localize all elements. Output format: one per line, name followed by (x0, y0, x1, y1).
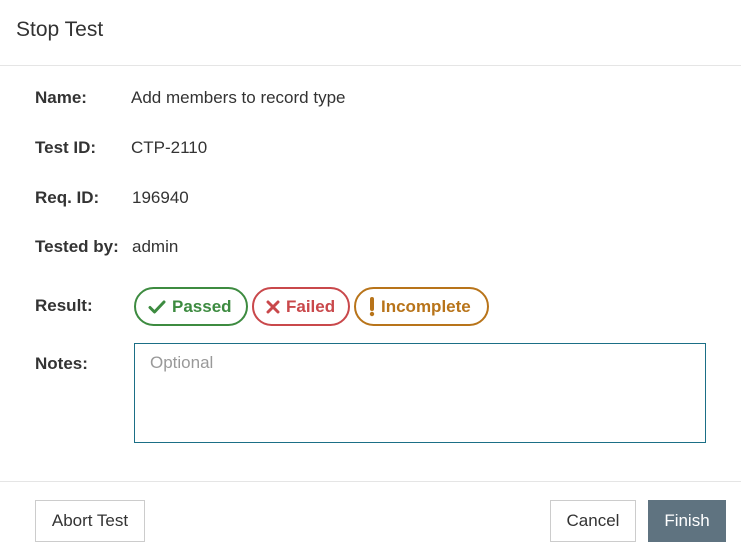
result-options: Passed Failed Incomplete (134, 287, 489, 326)
failed-button[interactable]: Failed (252, 287, 350, 326)
passed-button[interactable]: Passed (134, 287, 248, 326)
notes-label: Notes: (35, 354, 88, 373)
test-id-value: CTP-2110 (131, 138, 208, 157)
field-req-id: Req. ID: 196940 (35, 187, 189, 209)
result-label: Result: (35, 296, 93, 315)
name-label: Name: (35, 88, 87, 107)
notes-input[interactable] (134, 343, 706, 443)
footer-divider (0, 481, 741, 482)
check-icon (148, 300, 166, 313)
cancel-button[interactable]: Cancel (550, 500, 636, 542)
finish-button[interactable]: Finish (648, 500, 726, 542)
tested-by-value: admin (132, 237, 179, 256)
dialog-title: Stop Test (16, 18, 104, 41)
name-value: Add members to record type (131, 88, 346, 107)
test-id-label: Test ID: (35, 138, 97, 157)
tested-by-label: Tested by: (35, 237, 119, 256)
dialog-header: Stop Test (0, 0, 741, 66)
passed-label: Passed (172, 296, 232, 316)
field-notes: Notes: (35, 353, 88, 375)
failed-label: Failed (286, 296, 336, 316)
exclamation-icon (369, 296, 375, 316)
abort-test-button[interactable]: Abort Test (35, 500, 145, 542)
field-test-id: Test ID: CTP-2110 (35, 137, 207, 159)
field-name: Name: Add members to record type (35, 87, 345, 109)
field-result: Result: (35, 295, 93, 317)
field-tested-by: Tested by: admin (35, 236, 178, 258)
x-icon (266, 300, 280, 313)
req-id-value: 196940 (132, 188, 189, 207)
incomplete-button[interactable]: Incomplete (354, 287, 489, 326)
incomplete-label: Incomplete (381, 296, 471, 316)
req-id-label: Req. ID: (35, 188, 100, 207)
